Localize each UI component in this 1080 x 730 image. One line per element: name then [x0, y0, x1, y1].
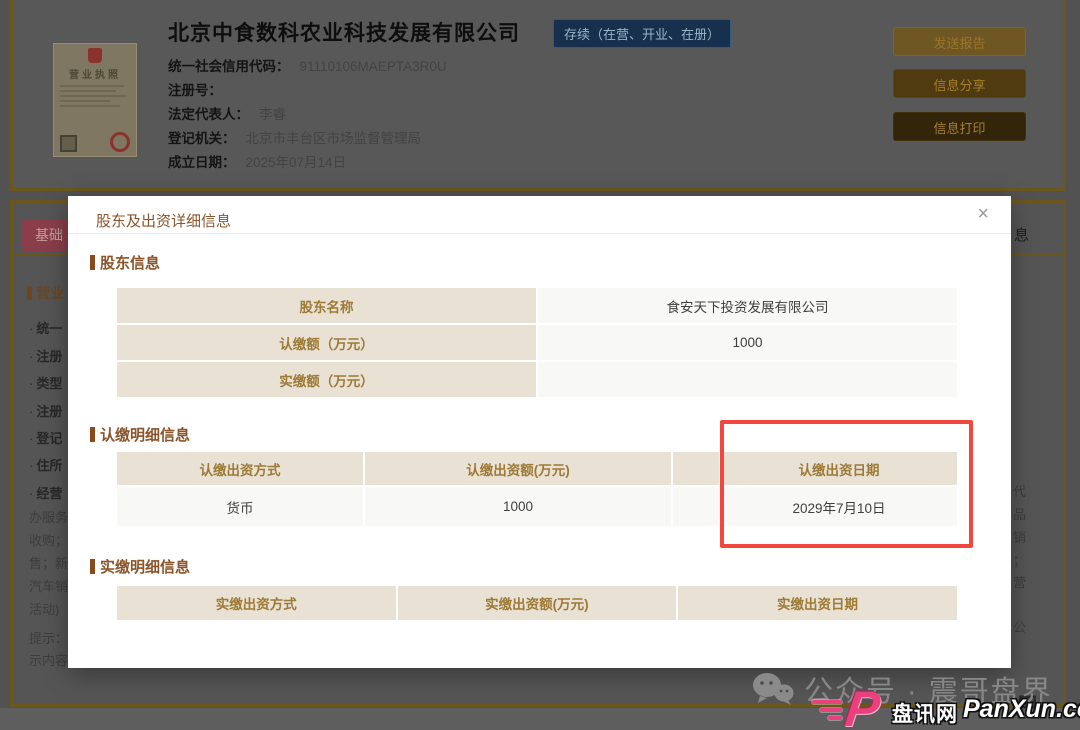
close-icon[interactable]: × [977, 204, 989, 224]
section-shareholder-info: 股东信息 [90, 252, 160, 273]
field-establish-date: 成立日期：2025年07月14日 [168, 151, 346, 171]
bg-scope-line: 办服务 [29, 507, 68, 526]
company-name: 北京中食数科农业科技发展有限公司 [168, 17, 520, 47]
send-report-button[interactable]: 发送报告 [893, 27, 1026, 56]
table-row: 股东名称 食安天下投资发展有限公司 [117, 288, 957, 323]
license-qr-code [60, 135, 77, 152]
status-badge: 存续（在营、开业、在册） [553, 19, 731, 48]
bg-scope-line: 收购； [29, 530, 68, 549]
screen: 营业执照 北京中食数科农业科技发展有限公司 存续（在营、开业、在册） 统一社会信… [0, 0, 1080, 730]
section-subscribed-detail: 认缴明细信息 [90, 424, 190, 445]
field-reg-authority: 登记机关：北京市丰台区市场监督管理局 [168, 127, 421, 147]
bg-nav-item: ·类型 [29, 373, 62, 392]
bg-nav-item: ·经营 [29, 483, 62, 502]
bg-scope-line: 售；新 [29, 553, 68, 572]
site-name-watermark: 盘讯网 [892, 698, 958, 728]
bg-nav-item: ·统一 [29, 318, 62, 337]
bg-right-fragment: 营 [1013, 572, 1026, 591]
section-bullet [90, 559, 95, 574]
bg-section-heading: 营业 [27, 283, 64, 303]
section-paid-detail: 实缴明细信息 [90, 556, 190, 577]
tab-fragment-right[interactable]: 息 [1014, 224, 1029, 245]
wechat-icon [752, 672, 794, 706]
section-bullet [90, 427, 95, 442]
bg-tip-line: 示内容 [29, 650, 68, 669]
bg-right-fragment: 销 [1013, 527, 1026, 546]
shareholder-detail-modal: 股东及出资详细信息 × 股东信息 股东名称 食安天下投资发展有限公司 认缴额（万… [68, 196, 1011, 668]
section-bullet [90, 255, 95, 270]
site-domain-watermark: PanXun.cc [963, 695, 1080, 724]
bg-nav-item: ·登记 [29, 428, 62, 447]
national-emblem-icon [88, 48, 102, 63]
bg-nav-item: ·注册 [29, 346, 62, 365]
business-license-thumbnail: 营业执照 [53, 43, 137, 157]
table-row: 实缴额（万元） [117, 362, 957, 397]
info-share-button[interactable]: 信息分享 [893, 69, 1026, 98]
modal-title-divider [68, 233, 1011, 234]
shareholder-table: 股东名称 食安天下投资发展有限公司 认缴额（万元） 1000 实缴额（万元） [117, 288, 957, 399]
bg-nav-item: ·注册 [29, 401, 62, 420]
paid-table: 实缴出资方式 实缴出资额(万元) 实缴出资日期 [117, 586, 957, 622]
modal-title: 股东及出资详细信息 [96, 210, 231, 231]
bg-scope-line: 汽车销 [29, 576, 68, 595]
info-print-button[interactable]: 信息打印 [893, 112, 1026, 141]
bg-nav-item: ·住所 [29, 455, 62, 474]
license-seal-icon [110, 132, 130, 152]
highlight-annotation-box [720, 420, 973, 548]
license-title: 营业执照 [69, 66, 121, 81]
bg-right-fragment: 代 [1013, 481, 1026, 500]
field-legal-rep: 法定代表人：李睿 [168, 103, 286, 123]
bg-right-fragment: ； [1013, 550, 1026, 569]
bg-right-fragment: 品 [1013, 504, 1026, 523]
bg-tip-line: 提示： [29, 628, 68, 647]
panxun-logo-icon: P [842, 680, 884, 730]
table-header-row: 实缴出资方式 实缴出资额(万元) 实缴出资日期 [117, 586, 957, 620]
field-reg-number: 注册号： [168, 79, 232, 99]
bg-right-fragment: 公 [1013, 617, 1026, 636]
table-row: 认缴额（万元） 1000 [117, 325, 957, 360]
bg-scope-line: 活动) [29, 599, 59, 618]
logo-speed-lines [812, 700, 842, 720]
field-credit-code: 统一社会信用代码：91110106MAEPTA3R0U [168, 55, 447, 75]
